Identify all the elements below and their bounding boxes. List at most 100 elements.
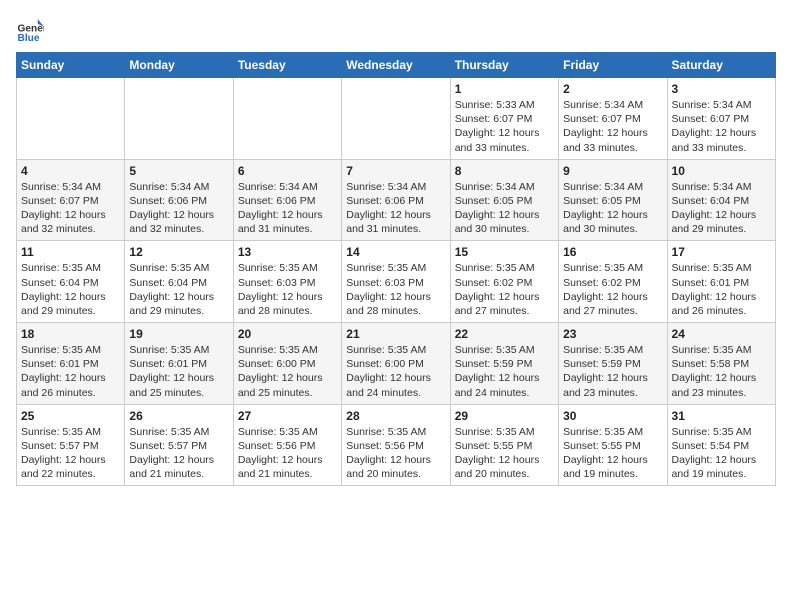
calendar-cell: 2 Sunrise: 5:34 AM Sunset: 6:07 PM Daylig… (559, 78, 667, 160)
day-info: Sunrise: 5:35 AM Sunset: 6:02 PM Dayligh… (455, 261, 554, 318)
day-info: Sunrise: 5:35 AM Sunset: 5:54 PM Dayligh… (672, 425, 771, 482)
calendar-cell: 20 Sunrise: 5:35 AM Sunset: 6:00 PM Dayli… (233, 323, 341, 405)
day-number: 10 (672, 164, 771, 178)
day-info: Sunrise: 5:34 AM Sunset: 6:04 PM Dayligh… (672, 180, 771, 237)
calendar-cell: 30 Sunrise: 5:35 AM Sunset: 5:55 PM Dayli… (559, 404, 667, 486)
day-info: Sunrise: 5:35 AM Sunset: 5:57 PM Dayligh… (129, 425, 228, 482)
calendar-cell: 22 Sunrise: 5:35 AM Sunset: 5:59 PM Dayli… (450, 323, 558, 405)
calendar-cell: 4Sunrise: 5:34 AM Sunset: 6:07 PM Daylig… (17, 159, 125, 241)
calendar-cell: 17 Sunrise: 5:35 AM Sunset: 6:01 PM Dayli… (667, 241, 775, 323)
day-info: Sunrise: 5:35 AM Sunset: 6:03 PM Dayligh… (346, 261, 445, 318)
day-info: Sunrise: 5:34 AM Sunset: 6:07 PM Dayligh… (563, 98, 662, 155)
calendar-cell: 10 Sunrise: 5:34 AM Sunset: 6:04 PM Dayli… (667, 159, 775, 241)
day-number: 19 (129, 327, 228, 341)
day-number: 23 (563, 327, 662, 341)
day-info: Sunrise: 5:35 AM Sunset: 5:58 PM Dayligh… (672, 343, 771, 400)
day-info: Sunrise: 5:34 AM Sunset: 6:05 PM Dayligh… (455, 180, 554, 237)
calendar-cell: 5 Sunrise: 5:34 AM Sunset: 6:06 PM Daylig… (125, 159, 233, 241)
calendar-cell (17, 78, 125, 160)
page-header: General Blue (16, 16, 776, 44)
svg-text:Blue: Blue (18, 33, 40, 44)
day-number: 21 (346, 327, 445, 341)
day-number: 13 (238, 245, 337, 259)
weekday-header-wednesday: Wednesday (342, 53, 450, 78)
day-info: Sunrise: 5:35 AM Sunset: 5:55 PM Dayligh… (563, 425, 662, 482)
day-number: 17 (672, 245, 771, 259)
calendar-cell: 11 Sunrise: 5:35 AM Sunset: 6:04 PM Dayli… (17, 241, 125, 323)
day-info: Sunrise: 5:35 AM Sunset: 6:03 PM Dayligh… (238, 261, 337, 318)
day-number: 3 (672, 82, 771, 96)
day-number: 31 (672, 409, 771, 423)
day-info: Sunrise: 5:34 AM Sunset: 6:07 PM Dayligh… (21, 180, 120, 237)
day-number: 6 (238, 164, 337, 178)
day-number: 29 (455, 409, 554, 423)
calendar-cell: 1 Sunrise: 5:33 AM Sunset: 6:07 PM Daylig… (450, 78, 558, 160)
calendar-cell: 13 Sunrise: 5:35 AM Sunset: 6:03 PM Dayli… (233, 241, 341, 323)
day-number: 15 (455, 245, 554, 259)
calendar-cell: 12 Sunrise: 5:35 AM Sunset: 6:04 PM Dayli… (125, 241, 233, 323)
day-number: 9 (563, 164, 662, 178)
weekday-header-tuesday: Tuesday (233, 53, 341, 78)
day-info: Sunrise: 5:35 AM Sunset: 5:59 PM Dayligh… (563, 343, 662, 400)
calendar-cell: 27 Sunrise: 5:35 AM Sunset: 5:56 PM Dayli… (233, 404, 341, 486)
weekday-header-thursday: Thursday (450, 53, 558, 78)
calendar-cell: 26 Sunrise: 5:35 AM Sunset: 5:57 PM Dayli… (125, 404, 233, 486)
day-info: Sunrise: 5:33 AM Sunset: 6:07 PM Dayligh… (455, 98, 554, 155)
day-info: Sunrise: 5:34 AM Sunset: 6:06 PM Dayligh… (238, 180, 337, 237)
calendar-cell: 23 Sunrise: 5:35 AM Sunset: 5:59 PM Dayli… (559, 323, 667, 405)
day-number: 7 (346, 164, 445, 178)
day-number: 28 (346, 409, 445, 423)
day-info: Sunrise: 5:34 AM Sunset: 6:06 PM Dayligh… (129, 180, 228, 237)
weekday-header-saturday: Saturday (667, 53, 775, 78)
logo: General Blue (16, 16, 44, 44)
day-info: Sunrise: 5:35 AM Sunset: 6:04 PM Dayligh… (21, 261, 120, 318)
weekday-header-monday: Monday (125, 53, 233, 78)
day-number: 30 (563, 409, 662, 423)
day-info: Sunrise: 5:35 AM Sunset: 5:56 PM Dayligh… (346, 425, 445, 482)
day-number: 14 (346, 245, 445, 259)
day-number: 25 (21, 409, 120, 423)
day-number: 8 (455, 164, 554, 178)
calendar-cell: 14 Sunrise: 5:35 AM Sunset: 6:03 PM Dayli… (342, 241, 450, 323)
day-info: Sunrise: 5:35 AM Sunset: 6:04 PM Dayligh… (129, 261, 228, 318)
weekday-header-sunday: Sunday (17, 53, 125, 78)
calendar-cell: 16 Sunrise: 5:35 AM Sunset: 6:02 PM Dayli… (559, 241, 667, 323)
day-number: 18 (21, 327, 120, 341)
day-info: Sunrise: 5:34 AM Sunset: 6:07 PM Dayligh… (672, 98, 771, 155)
day-info: Sunrise: 5:35 AM Sunset: 6:00 PM Dayligh… (238, 343, 337, 400)
calendar-table: SundayMondayTuesdayWednesdayThursdayFrid… (16, 52, 776, 486)
calendar-cell (342, 78, 450, 160)
day-number: 11 (21, 245, 120, 259)
day-info: Sunrise: 5:35 AM Sunset: 6:01 PM Dayligh… (672, 261, 771, 318)
day-number: 22 (455, 327, 554, 341)
calendar-cell: 8 Sunrise: 5:34 AM Sunset: 6:05 PM Daylig… (450, 159, 558, 241)
day-info: Sunrise: 5:35 AM Sunset: 6:00 PM Dayligh… (346, 343, 445, 400)
day-number: 12 (129, 245, 228, 259)
calendar-cell: 29Sunrise: 5:35 AM Sunset: 5:55 PM Dayli… (450, 404, 558, 486)
logo-icon: General Blue (16, 16, 44, 44)
calendar-cell: 15 Sunrise: 5:35 AM Sunset: 6:02 PM Dayli… (450, 241, 558, 323)
calendar-cell (125, 78, 233, 160)
day-info: Sunrise: 5:35 AM Sunset: 6:01 PM Dayligh… (129, 343, 228, 400)
day-info: Sunrise: 5:35 AM Sunset: 5:57 PM Dayligh… (21, 425, 120, 482)
day-info: Sunrise: 5:35 AM Sunset: 5:56 PM Dayligh… (238, 425, 337, 482)
day-info: Sunrise: 5:35 AM Sunset: 5:59 PM Dayligh… (455, 343, 554, 400)
calendar-cell: 9 Sunrise: 5:34 AM Sunset: 6:05 PM Daylig… (559, 159, 667, 241)
day-number: 20 (238, 327, 337, 341)
day-number: 16 (563, 245, 662, 259)
calendar-cell: 28 Sunrise: 5:35 AM Sunset: 5:56 PM Dayli… (342, 404, 450, 486)
calendar-cell: 31 Sunrise: 5:35 AM Sunset: 5:54 PM Dayli… (667, 404, 775, 486)
day-number: 26 (129, 409, 228, 423)
day-number: 2 (563, 82, 662, 96)
calendar-cell: 21 Sunrise: 5:35 AM Sunset: 6:00 PM Dayli… (342, 323, 450, 405)
calendar-cell: 19 Sunrise: 5:35 AM Sunset: 6:01 PM Dayli… (125, 323, 233, 405)
calendar-cell: 3 Sunrise: 5:34 AM Sunset: 6:07 PM Daylig… (667, 78, 775, 160)
calendar-cell: 25 Sunrise: 5:35 AM Sunset: 5:57 PM Dayli… (17, 404, 125, 486)
day-number: 5 (129, 164, 228, 178)
day-number: 1 (455, 82, 554, 96)
day-info: Sunrise: 5:34 AM Sunset: 6:05 PM Dayligh… (563, 180, 662, 237)
day-info: Sunrise: 5:35 AM Sunset: 6:02 PM Dayligh… (563, 261, 662, 318)
day-number: 27 (238, 409, 337, 423)
calendar-cell: 18 Sunrise: 5:35 AM Sunset: 6:01 PM Dayli… (17, 323, 125, 405)
day-info: Sunrise: 5:35 AM Sunset: 6:01 PM Dayligh… (21, 343, 120, 400)
